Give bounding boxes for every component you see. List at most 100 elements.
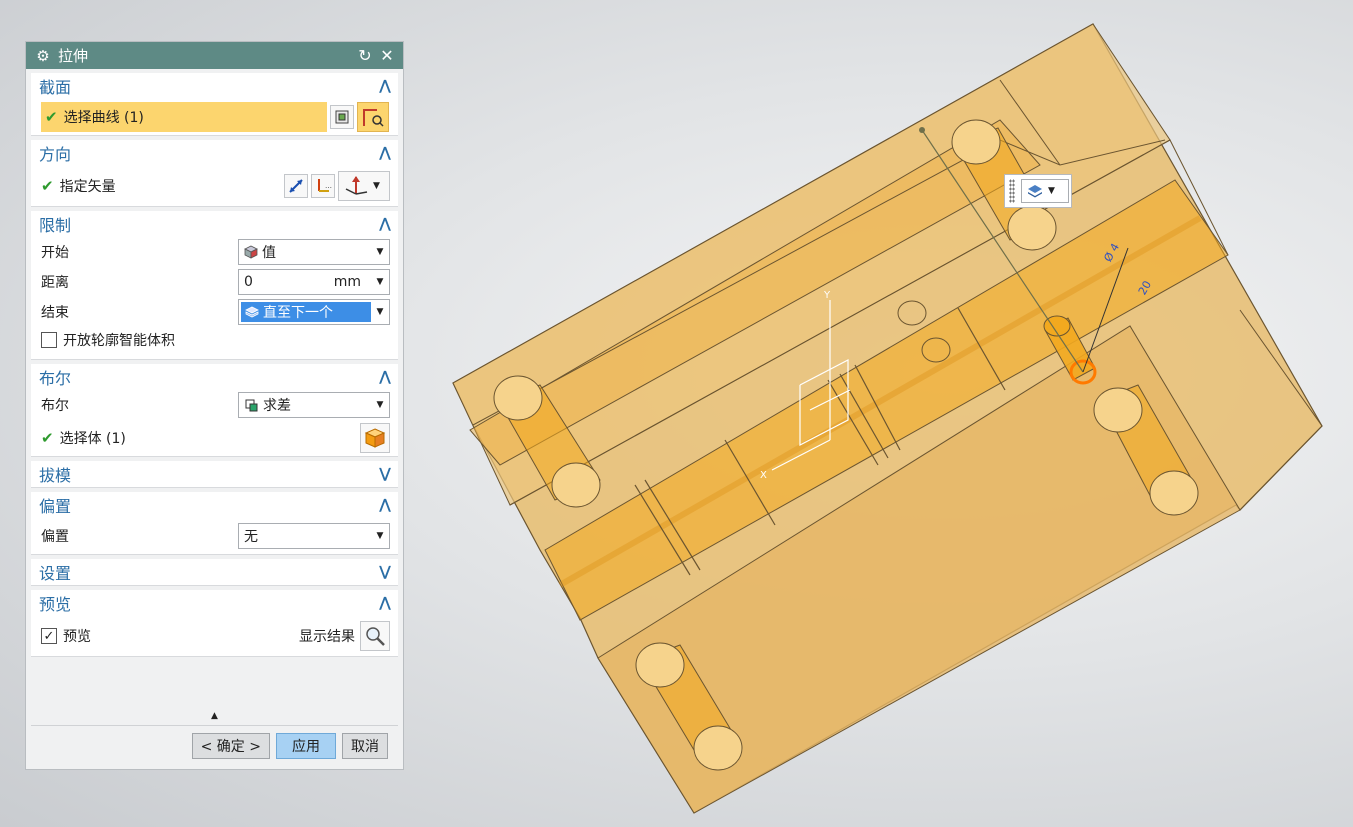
- offset-panel: 偏置 ⋀ 偏置 无 ▼: [31, 492, 398, 555]
- show-result-button[interactable]: [360, 621, 390, 651]
- distance-unit: mm: [333, 274, 361, 290]
- vector-dialog-button[interactable]: …: [311, 174, 335, 198]
- close-icon[interactable]: ✕: [377, 46, 397, 65]
- vector-type-dropdown[interactable]: ▼: [338, 171, 390, 201]
- preview-header[interactable]: 预览 ⋀: [31, 590, 398, 616]
- preview-panel: 预览 ⋀ ✓ 预览 显示结果: [31, 590, 398, 657]
- boolean-dropdown[interactable]: 求差 ▼: [238, 392, 390, 418]
- chevron-down-icon[interactable]: ▼: [371, 277, 389, 287]
- boolean-row: 布尔 求差 ▼: [31, 390, 398, 420]
- svg-text:X: X: [760, 470, 767, 481]
- open-profile-checkbox[interactable]: [41, 332, 57, 348]
- preview-checkbox[interactable]: ✓: [41, 628, 57, 644]
- dialog-buttons: < 确定 > 应用 取消: [191, 733, 388, 759]
- end-label: 结束: [41, 305, 69, 321]
- chevron-up-icon[interactable]: ⋀: [376, 497, 394, 513]
- section-title: 截面: [39, 78, 72, 97]
- open-profile-row: 开放轮廓智能体积: [31, 327, 398, 359]
- end-dropdown[interactable]: 直至下一个 ▼: [238, 299, 390, 325]
- section-panel: 截面 ⋀ ✔ 选择曲线 (1): [31, 73, 398, 136]
- draft-panel: 拔模 ⋁: [31, 461, 398, 488]
- start-value: 值: [262, 245, 276, 261]
- start-dropdown[interactable]: 值 ▼: [238, 239, 390, 265]
- distance-input[interactable]: 0 mm ▼: [238, 269, 390, 295]
- end-value: 直至下一个: [263, 305, 333, 321]
- mold-model: Ø 4 20 Y X: [452, 23, 1323, 814]
- chevron-down-icon: ▼: [376, 531, 384, 541]
- select-body-label[interactable]: 选择体 (1): [60, 428, 357, 448]
- ok-button[interactable]: < 确定 >: [191, 733, 270, 759]
- select-curve-label: 选择曲线 (1): [63, 110, 144, 126]
- distance-row: 距离 0 mm ▼: [31, 267, 398, 297]
- limits-header[interactable]: 限制 ⋀: [31, 211, 398, 237]
- check-icon: ✔: [41, 429, 54, 447]
- until-next-icon: [245, 306, 259, 318]
- direction-panel: 方向 ⋀ ✔ 指定矢量 … ▼: [31, 140, 398, 207]
- section-header[interactable]: 截面 ⋀: [31, 73, 398, 99]
- select-body-row: ✔ 选择体 (1): [31, 420, 398, 456]
- settings-header[interactable]: 设置 ⋁: [31, 559, 398, 585]
- show-result-label: 显示结果: [299, 629, 355, 645]
- chevron-down-icon: ▼: [373, 181, 380, 191]
- subtract-icon: [245, 399, 258, 411]
- check-icon: ✔: [45, 108, 58, 126]
- curve-button[interactable]: [357, 102, 389, 132]
- boolean-title: 布尔: [39, 369, 72, 388]
- collapse-arrow-icon[interactable]: ▲: [31, 711, 398, 726]
- chevron-down-icon: ▼: [376, 307, 384, 317]
- selection-filter-dropdown[interactable]: ▼: [1021, 179, 1069, 203]
- dialog-footer: ▲ < 确定 > 应用 取消: [31, 711, 398, 771]
- drag-handle[interactable]: [1009, 179, 1015, 203]
- apply-button[interactable]: 应用: [276, 733, 336, 759]
- select-body-button[interactable]: [360, 423, 390, 453]
- chevron-up-icon[interactable]: ⋀: [376, 595, 394, 611]
- chevron-up-icon[interactable]: ⋀: [376, 216, 394, 232]
- distance-value[interactable]: 0: [244, 274, 334, 290]
- direction-title: 方向: [39, 145, 72, 164]
- offset-label: 偏置: [41, 529, 69, 545]
- chevron-down-icon: ▼: [1048, 186, 1055, 196]
- floating-selection-toolbar: ▼: [1004, 174, 1072, 208]
- gear-icon: ⚙: [36, 46, 50, 65]
- offset-dropdown[interactable]: 无 ▼: [238, 523, 390, 549]
- chevron-down-icon[interactable]: ⋁: [376, 564, 394, 580]
- reverse-direction-button[interactable]: [284, 174, 308, 198]
- svg-text:…: …: [325, 182, 332, 190]
- draft-header[interactable]: 拔模 ⋁: [31, 461, 398, 487]
- value-cube-icon: [244, 245, 258, 259]
- offset-row: 偏置 无 ▼: [31, 518, 398, 554]
- limits-title: 限制: [39, 216, 72, 235]
- sketch-section-button[interactable]: [330, 105, 354, 129]
- offset-header[interactable]: 偏置 ⋀: [31, 492, 398, 518]
- chevron-down-icon: ▼: [376, 247, 384, 257]
- chevron-up-icon[interactable]: ⋀: [376, 145, 394, 161]
- chevron-down-icon: ▼: [376, 400, 384, 410]
- boolean-panel: 布尔 ⋀ 布尔 求差 ▼ ✔ 选择体 (1): [31, 364, 398, 457]
- dialog-titlebar: ⚙ 拉伸 ↻ ✕: [26, 42, 403, 69]
- preview-title: 预览: [39, 595, 72, 614]
- settings-title: 设置: [39, 564, 72, 583]
- specify-vector-row: ✔ 指定矢量 … ▼: [31, 166, 398, 206]
- chevron-down-icon[interactable]: ⋁: [376, 466, 394, 482]
- chevron-up-icon[interactable]: ⋀: [376, 369, 394, 385]
- preview-label: 预览: [63, 629, 91, 645]
- select-curve-field[interactable]: ✔ 选择曲线 (1): [41, 102, 327, 132]
- settings-panel: 设置 ⋁: [31, 559, 398, 586]
- layer-stack-icon: [1022, 184, 1048, 198]
- dialog-title: 拉伸: [58, 47, 89, 65]
- draft-title: 拔模: [39, 466, 72, 485]
- start-label: 开始: [41, 245, 69, 261]
- extrude-dialog: ⚙ 拉伸 ↻ ✕ 截面 ⋀ ✔ 选择曲线 (1) 方向 ⋀ ✔ 指定矢量 … ▼…: [25, 41, 404, 770]
- direction-header[interactable]: 方向 ⋀: [31, 140, 398, 166]
- cancel-button[interactable]: 取消: [342, 733, 388, 759]
- chevron-up-icon[interactable]: ⋀: [376, 78, 394, 94]
- magnifier-icon: [366, 627, 385, 646]
- offset-value: 无: [244, 529, 258, 545]
- reset-icon[interactable]: ↻: [355, 46, 375, 65]
- boolean-header[interactable]: 布尔 ⋀: [31, 364, 398, 390]
- start-row: 开始 值 ▼: [31, 237, 398, 267]
- boolean-label: 布尔: [41, 398, 69, 414]
- select-curve-row: ✔ 选择曲线 (1): [31, 99, 398, 135]
- offset-title: 偏置: [39, 497, 72, 516]
- specify-vector-label: 指定矢量: [59, 179, 116, 195]
